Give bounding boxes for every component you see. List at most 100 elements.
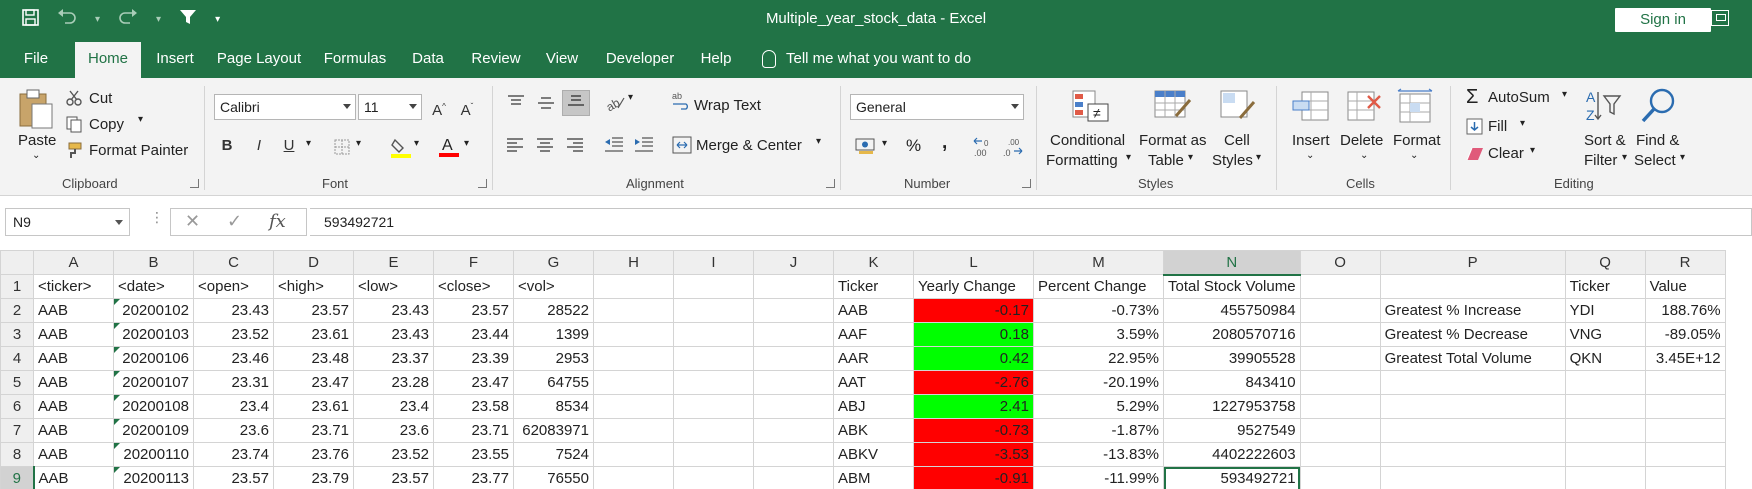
cell-e8[interactable]: 23.52 <box>353 442 434 467</box>
cell-b9[interactable]: 20200113 <box>113 466 194 489</box>
cell-e1[interactable]: <low> <box>353 274 434 299</box>
cell-a7[interactable]: AAB <box>33 418 114 443</box>
cell-j5[interactable] <box>753 370 834 395</box>
cell-c8[interactable]: 23.74 <box>193 442 274 467</box>
row-header[interactable]: 3 <box>0 322 34 347</box>
cell-a3[interactable]: AAB <box>33 322 114 347</box>
cell-g9[interactable]: 76550 <box>513 466 594 489</box>
cell-m6[interactable]: 5.29% <box>1033 394 1164 419</box>
cell-n4[interactable]: 39905528 <box>1163 346 1301 371</box>
autosum-icon[interactable]: Σ <box>1466 86 1478 109</box>
cell-m2[interactable]: -0.73% <box>1033 298 1164 323</box>
copy-icon[interactable] <box>66 116 83 138</box>
cell-i9[interactable] <box>673 466 754 489</box>
column-header-c[interactable]: C <box>193 250 274 275</box>
autosum-dropdown-icon[interactable]: ▾ <box>1562 89 1567 100</box>
tab-help[interactable]: Help <box>696 40 736 78</box>
align-top-icon[interactable] <box>506 94 526 115</box>
cell-d3[interactable]: 23.61 <box>273 322 354 347</box>
row-header[interactable]: 5 <box>0 370 34 395</box>
align-bottom-icon[interactable] <box>562 90 590 116</box>
cell-n3[interactable]: 2080570716 <box>1163 322 1301 347</box>
cell-d1[interactable]: <high> <box>273 274 354 299</box>
cell-b1[interactable]: <date> <box>113 274 194 299</box>
cell-i8[interactable] <box>673 442 754 467</box>
format-dropdown-icon[interactable]: ⌄ <box>1410 150 1418 161</box>
cell-j3[interactable] <box>753 322 834 347</box>
cell-h8[interactable] <box>593 442 674 467</box>
row-header[interactable]: 1 <box>0 274 34 299</box>
row-header[interactable]: 4 <box>0 346 34 371</box>
cell-f1[interactable]: <close> <box>433 274 514 299</box>
format-cells-icon[interactable] <box>1396 88 1434 129</box>
cell-d9[interactable]: 23.79 <box>273 466 354 489</box>
cell-d6[interactable]: 23.61 <box>273 394 354 419</box>
formula-bar-grip-icon[interactable]: ⋮ <box>150 210 164 224</box>
font-name-select[interactable]: Calibri <box>214 94 356 120</box>
insert-cells-button[interactable]: Insert <box>1292 132 1330 149</box>
cell-n1[interactable]: Total Stock Volume <box>1163 274 1301 299</box>
name-box[interactable]: N9 <box>5 208 130 236</box>
cell-q3[interactable]: VNG <box>1564 322 1646 347</box>
cell-i4[interactable] <box>673 346 754 371</box>
number-format-select[interactable]: General <box>850 94 1024 120</box>
cell-r4[interactable]: 3.45E+12 <box>1644 346 1726 371</box>
fill-color-dropdown-icon[interactable]: ▾ <box>414 138 419 149</box>
cell-l2[interactable]: -0.17 <box>913 298 1034 323</box>
clear-icon[interactable] <box>1466 147 1484 166</box>
tab-view[interactable]: View <box>542 40 582 78</box>
cell-e5[interactable]: 23.28 <box>353 370 434 395</box>
cell-h9[interactable] <box>593 466 674 489</box>
underline-dropdown-icon[interactable]: ▾ <box>306 138 311 149</box>
number-launcher-icon[interactable] <box>1022 179 1031 188</box>
cell-g7[interactable]: 62083971 <box>513 418 594 443</box>
cell-j8[interactable] <box>753 442 834 467</box>
cell-k5[interactable]: AAT <box>833 370 914 395</box>
cell-q5[interactable] <box>1564 370 1646 395</box>
cell-m7[interactable]: -1.87% <box>1033 418 1164 443</box>
decrease-decimal-icon[interactable]: .00.0 <box>1002 136 1024 163</box>
column-header-d[interactable]: D <box>273 250 354 275</box>
cell-f3[interactable]: 23.44 <box>433 322 514 347</box>
tab-page-layout[interactable]: Page Layout <box>212 40 306 78</box>
cell-l9[interactable]: -0.91 <box>913 466 1034 489</box>
row-header[interactable]: 8 <box>0 442 34 467</box>
cell-e6[interactable]: 23.4 <box>353 394 434 419</box>
cell-n5[interactable]: 843410 <box>1163 370 1301 395</box>
merge-dropdown-icon[interactable]: ▾ <box>816 136 821 147</box>
fill-color-icon[interactable] <box>390 136 412 163</box>
comma-style-button[interactable]: , <box>942 132 947 154</box>
conditional-formatting-icon[interactable]: ≠ <box>1072 90 1110 127</box>
cell-k8[interactable]: ABKV <box>833 442 914 467</box>
sort-filter-label-2[interactable]: Filter <box>1584 152 1617 169</box>
copy-button[interactable]: Copy <box>89 116 124 133</box>
cell-p6[interactable] <box>1379 394 1566 419</box>
cell-l7[interactable]: -0.73 <box>913 418 1034 443</box>
font-size-select[interactable]: 11 <box>358 94 422 120</box>
format-as-table-label-2[interactable]: Table <box>1148 152 1184 169</box>
accounting-format-icon[interactable] <box>854 136 878 161</box>
tab-home[interactable]: Home <box>75 40 141 78</box>
cell-a5[interactable]: AAB <box>33 370 114 395</box>
cell-h7[interactable] <box>593 418 674 443</box>
cell-h1[interactable] <box>593 274 674 299</box>
cell-i2[interactable] <box>673 298 754 323</box>
fill-dropdown-icon[interactable]: ▾ <box>1520 118 1525 129</box>
cell-j4[interactable] <box>753 346 834 371</box>
cell-b2[interactable]: 20200102 <box>113 298 194 323</box>
cell-r6[interactable] <box>1644 394 1726 419</box>
accounting-dropdown-icon[interactable]: ▾ <box>882 138 887 149</box>
clear-button[interactable]: Clear <box>1488 145 1524 162</box>
cell-l6[interactable]: 2.41 <box>913 394 1034 419</box>
clipboard-launcher-icon[interactable] <box>190 179 199 188</box>
insert-function-icon[interactable]: fx <box>269 211 286 232</box>
cell-p1[interactable] <box>1379 274 1566 299</box>
cut-button[interactable]: Cut <box>89 90 112 107</box>
format-cells-button[interactable]: Format <box>1393 132 1441 149</box>
cell-k3[interactable]: AAF <box>833 322 914 347</box>
column-header-k[interactable]: K <box>833 250 914 275</box>
cell-c4[interactable]: 23.46 <box>193 346 274 371</box>
cell-q1[interactable]: Ticker <box>1564 274 1646 299</box>
alignment-launcher-icon[interactable] <box>826 179 835 188</box>
cell-m9[interactable]: -11.99% <box>1033 466 1164 489</box>
